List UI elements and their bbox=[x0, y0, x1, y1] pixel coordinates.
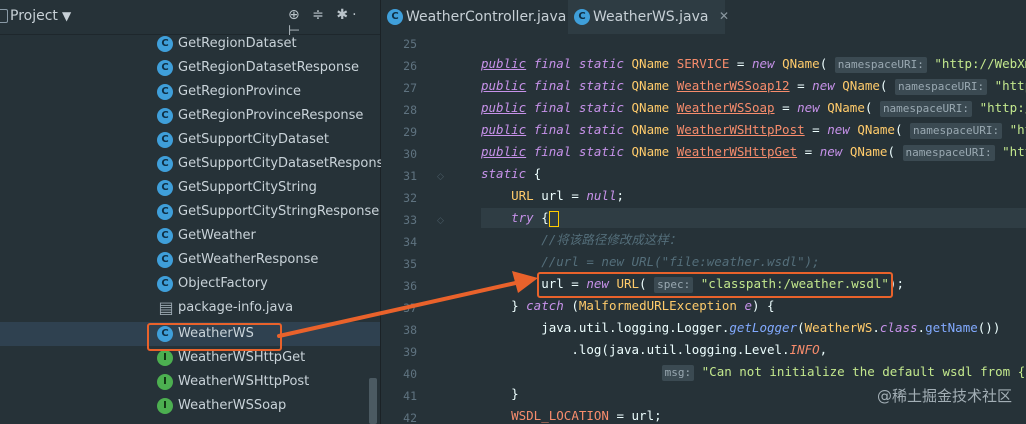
line-number: 42 bbox=[403, 411, 417, 424]
tree-item[interactable]: C GetRegionProvinceResponse bbox=[0, 104, 380, 128]
code-line-39: .log(java.util.logging.Level.INFO, bbox=[571, 342, 828, 357]
line-number: 38 bbox=[403, 323, 417, 337]
code-line-38: java.util.logging.Logger.getLogger(Weath… bbox=[541, 320, 1001, 335]
code-line-40: msg: "Can not initialize the default wsd… bbox=[481, 362, 1026, 382]
line-number: 31 bbox=[403, 169, 417, 183]
interface-icon: I bbox=[157, 374, 173, 390]
code-editor[interactable]: 25 26 27 28 29 30 31 32 33 34 35 36 37 3… bbox=[381, 34, 1026, 424]
tab-weathercontroller[interactable]: C WeatherController.java bbox=[381, 0, 566, 34]
class-icon: C bbox=[157, 204, 173, 220]
line-gutter: 25 26 27 28 29 30 31 32 33 34 35 36 37 3… bbox=[381, 34, 435, 424]
tree-item[interactable]: C GetRegionDatasetResponse bbox=[0, 56, 380, 80]
class-icon: C bbox=[157, 60, 173, 76]
text-caret bbox=[548, 210, 559, 227]
line-number: 41 bbox=[403, 389, 417, 403]
class-icon: C bbox=[387, 9, 403, 25]
line-number: 33 bbox=[403, 213, 417, 227]
code-line-41: } bbox=[481, 386, 519, 401]
tree-item[interactable]: C GetWeather bbox=[0, 224, 380, 248]
line-number: 40 bbox=[403, 367, 417, 381]
code-line-28: public final static QName WeatherWSSoap … bbox=[481, 100, 1026, 117]
tree-item[interactable]: I WeatherWSHttpPost bbox=[0, 370, 380, 394]
code-line-27: public final static QName WeatherWSSoap1… bbox=[481, 78, 1026, 95]
code-line-42: WSDL_LOCATION = url; bbox=[511, 408, 662, 423]
line-number: 37 bbox=[403, 301, 417, 315]
code-line-35: //url = new URL("file:weather.wsdl"); bbox=[541, 254, 820, 269]
line-number: 30 bbox=[403, 147, 417, 161]
tab-weatherws[interactable]: C WeatherWS.java ✕ bbox=[568, 0, 729, 36]
code-line-26: public final static QName SERVICE = new … bbox=[481, 56, 1026, 73]
class-icon: C bbox=[157, 132, 173, 148]
tree-item[interactable]: C GetSupportCityDataset bbox=[0, 128, 380, 152]
class-icon: C bbox=[157, 108, 173, 124]
code-line-34: //将该路径修改成这样： bbox=[541, 232, 682, 247]
interface-icon: I bbox=[157, 398, 173, 414]
line-number: 27 bbox=[403, 81, 417, 95]
class-icon: C bbox=[157, 228, 173, 244]
interface-icon: I bbox=[157, 350, 173, 366]
fold-icon[interactable]: ◇ bbox=[437, 172, 444, 182]
fold-icon[interactable]: ◇ bbox=[437, 216, 444, 226]
line-number: 34 bbox=[403, 235, 417, 249]
tree-item[interactable]: C ObjectFactory bbox=[0, 272, 380, 296]
tree-item[interactable]: C GetSupportCityDatasetResponse bbox=[0, 152, 391, 176]
class-icon: C bbox=[157, 276, 173, 292]
editor-tabs: C WeatherController.java C WeatherWS.jav… bbox=[381, 0, 1026, 36]
code-line-32: URL url = null; bbox=[511, 188, 625, 203]
tree-item[interactable]: ▤ package-info.java bbox=[0, 296, 380, 320]
class-icon: C bbox=[157, 36, 173, 52]
class-icon: C bbox=[157, 156, 173, 172]
chevron-down-icon[interactable]: ▼ bbox=[62, 9, 71, 23]
tree-item[interactable]: C GetSupportCityString bbox=[0, 176, 380, 200]
line-number: 35 bbox=[403, 257, 417, 271]
line-number: 36 bbox=[403, 279, 417, 293]
close-icon[interactable]: ✕ bbox=[719, 9, 729, 23]
line-number: 32 bbox=[403, 191, 417, 205]
class-icon: C bbox=[574, 9, 590, 25]
tree-item[interactable]: C GetRegionDataset bbox=[0, 32, 380, 56]
tree-item[interactable]: C GetRegionProvince bbox=[0, 80, 380, 104]
code-line-29: public final static QName WeatherWSHttpP… bbox=[481, 122, 1026, 139]
line-number: 26 bbox=[403, 59, 417, 73]
code-line-31: static { bbox=[481, 166, 542, 181]
code-line-33: try { bbox=[481, 208, 1026, 228]
project-title[interactable]: Project bbox=[10, 8, 58, 24]
line-number: 28 bbox=[403, 103, 417, 117]
code-line-30: public final static QName WeatherWSHttpG… bbox=[481, 144, 1026, 161]
vertical-scrollbar[interactable] bbox=[369, 378, 377, 424]
project-header: Project ▼ ⊕ ≑ ✱· ⊢ bbox=[0, 0, 380, 39]
tree-item[interactable]: C GetSupportCityStringResponse bbox=[0, 200, 380, 224]
class-icon: C bbox=[157, 84, 173, 100]
code-line-37: } catch (MalformedURLException e) { bbox=[481, 298, 775, 313]
line-number: 39 bbox=[403, 345, 417, 359]
highlight-box-weatherws bbox=[147, 323, 282, 351]
class-icon: C bbox=[157, 252, 173, 268]
line-number: 29 bbox=[403, 125, 417, 139]
highlight-box-url bbox=[537, 272, 893, 298]
tree-item[interactable]: C GetWeatherResponse bbox=[0, 248, 380, 272]
folder-icon bbox=[0, 9, 8, 23]
tree-item[interactable]: I WeatherWSSoap bbox=[0, 394, 380, 418]
watermark: @稀土掘金技术社区 bbox=[876, 387, 1012, 405]
project-panel: Project ▼ ⊕ ≑ ✱· ⊢ C GetRegionDataset C Ge… bbox=[0, 0, 391, 424]
package-file-icon: ▤ bbox=[158, 298, 174, 317]
class-icon: C bbox=[157, 180, 173, 196]
line-number: 25 bbox=[403, 37, 417, 51]
